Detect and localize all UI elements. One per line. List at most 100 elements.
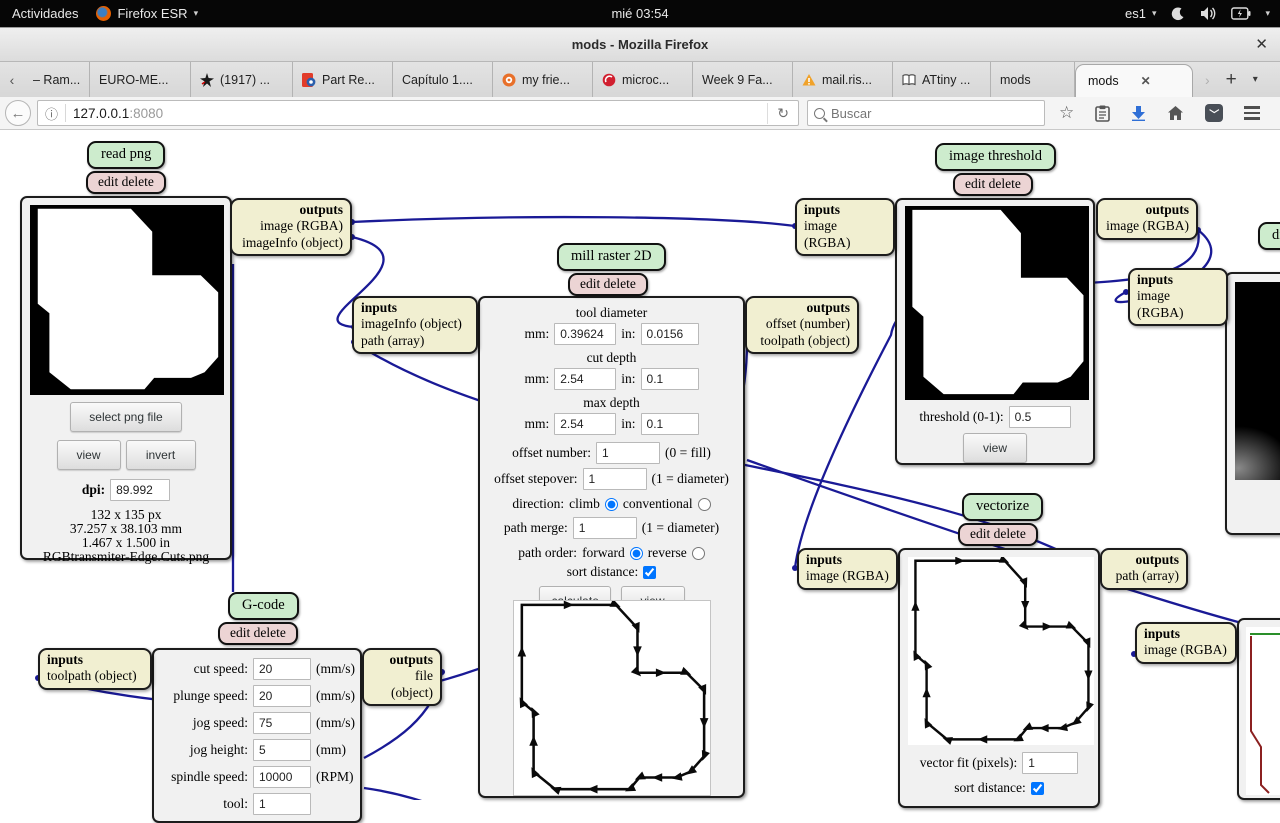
window-titlebar[interactable]: mods - Mozilla Firefox ✕	[0, 27, 1280, 62]
library-icon[interactable]	[1095, 105, 1111, 122]
input-image-rgba[interactable]: image (RGBA)	[1144, 642, 1228, 658]
read-png-edit-delete[interactable]: edit delete	[86, 171, 166, 194]
mods-canvas[interactable]: read png edit delete select png file vie…	[0, 130, 1280, 823]
search-bar[interactable]	[807, 100, 1045, 126]
system-menu-caret-icon[interactable]: ▾	[1265, 8, 1270, 19]
jog-height-input[interactable]	[253, 739, 311, 761]
tool-diameter-in-input[interactable]	[640, 323, 699, 345]
output-file-object[interactable]: file (object)	[371, 668, 433, 701]
tab-part-re[interactable]: Part Re...	[293, 62, 393, 97]
module-title-mill-raster-2d[interactable]: mill raster 2D	[557, 243, 666, 271]
vectorize-inputs[interactable]: inputs image (RGBA)	[797, 548, 898, 590]
threshold-input[interactable]	[1008, 406, 1071, 428]
gcode-outputs[interactable]: outputs file (object)	[362, 648, 442, 707]
new-tab-button[interactable]: +	[1226, 69, 1237, 91]
offset-stepover-input[interactable]	[582, 468, 647, 490]
tool-diameter-mm-input[interactable]	[554, 323, 617, 345]
tab-scroll-right-button[interactable]: ›	[1205, 72, 1210, 88]
direction-conventional-radio[interactable]	[697, 497, 711, 511]
menu-icon[interactable]	[1244, 106, 1261, 120]
tab-mods-active[interactable]: mods ✕	[1075, 64, 1193, 97]
input-toolpath[interactable]: toolpath (object)	[47, 668, 143, 684]
tab-capitulo[interactable]: Capítulo 1....	[393, 62, 493, 97]
night-light-moon-icon[interactable]	[1170, 6, 1186, 22]
direction-climb-radio[interactable]	[604, 497, 618, 511]
read-png-view-button[interactable]: view	[56, 440, 121, 470]
url-bar[interactable]: ⓘ 127.0.0.1 :8080 ↻	[37, 100, 799, 126]
tab-attiny[interactable]: ATtiny ...	[893, 62, 991, 97]
image-threshold-view-button[interactable]: view	[963, 433, 1027, 463]
keyboard-layout-indicator[interactable]: es1 ▾	[1125, 6, 1157, 21]
tab-scroll-left-button[interactable]: ‹	[0, 62, 24, 97]
tab-microc[interactable]: microc...	[593, 62, 693, 97]
tab-week9[interactable]: Week 9 Fa...	[693, 62, 793, 97]
input-image-rgba[interactable]: image (RGBA)	[804, 218, 886, 251]
offset-number-input[interactable]	[596, 442, 660, 464]
jog-speed-input[interactable]	[253, 712, 311, 734]
tab-1917[interactable]: (1917) ...	[191, 62, 293, 97]
cut-depth-mm-input[interactable]	[554, 368, 617, 390]
output-imageinfo[interactable]: imageInfo (object)	[239, 235, 343, 251]
tool-input[interactable]	[253, 793, 311, 815]
output-image-rgba[interactable]: image (RGBA)	[1105, 218, 1189, 234]
spindle-speed-input[interactable]	[253, 766, 311, 788]
tab-ram[interactable]: – Ram...	[24, 62, 90, 97]
input-imageinfo[interactable]: imageInfo (object)	[361, 316, 469, 332]
search-input[interactable]	[831, 105, 1011, 121]
path-merge-input[interactable]	[572, 517, 637, 539]
image-threshold-inputs[interactable]: inputs image (RGBA)	[795, 198, 895, 257]
window-close-button[interactable]: ✕	[1255, 35, 1268, 53]
clock[interactable]: mié 03:54	[0, 6, 1280, 21]
cut-depth-in-input[interactable]	[640, 368, 699, 390]
input-image-rgba[interactable]: image (RGBA)	[1137, 288, 1219, 321]
output-image-rgba[interactable]: image (RGBA)	[239, 218, 343, 234]
max-depth-in-input[interactable]	[640, 413, 699, 435]
mill-raster-edit-delete[interactable]: edit delete	[568, 273, 648, 296]
image-threshold-edit-delete[interactable]: edit delete	[953, 173, 1033, 196]
module-title-image-threshold[interactable]: image threshold	[935, 143, 1057, 171]
back-button[interactable]: ←	[5, 100, 31, 126]
reload-icon[interactable]: ↻	[767, 102, 798, 124]
gcode-edit-delete[interactable]: edit delete	[218, 622, 298, 645]
image-threshold-outputs[interactable]: outputs image (RGBA)	[1096, 198, 1198, 240]
bookmark-star-icon[interactable]: ☆	[1059, 103, 1074, 123]
vectorize-sort-distance-checkbox[interactable]	[1030, 781, 1044, 795]
module-title-read-png[interactable]: read png	[87, 141, 166, 169]
distance-inputs[interactable]: inputs image (RGBA)	[1128, 268, 1228, 327]
mill-raster-inputs[interactable]: inputs imageInfo (object) path (array)	[352, 296, 478, 355]
output-toolpath[interactable]: toolpath (object)	[754, 333, 850, 349]
gcode-inputs[interactable]: inputs toolpath (object)	[38, 648, 152, 690]
cut-speed-input[interactable]	[253, 658, 311, 680]
module-title-gcode[interactable]: G-code	[228, 592, 299, 620]
mill-raster-outputs[interactable]: outputs offset (number) toolpath (object…	[745, 296, 859, 355]
dpi-input[interactable]	[110, 479, 171, 501]
input-path-array[interactable]: path (array)	[361, 333, 469, 349]
tab-mods-inactive[interactable]: mods	[991, 62, 1075, 97]
battery-icon[interactable]	[1231, 7, 1251, 20]
sort-distance-checkbox[interactable]	[643, 565, 657, 579]
input-image-rgba[interactable]: image (RGBA)	[806, 568, 889, 584]
vector-fit-input[interactable]	[1022, 752, 1079, 774]
module-title-vectorize[interactable]: vectorize	[962, 493, 1044, 521]
tab-mail-ris[interactable]: mail.ris...	[793, 62, 893, 97]
read-png-invert-button[interactable]: invert	[125, 440, 196, 470]
tab-list-caret-icon[interactable]: ▾	[1253, 74, 1258, 85]
plunge-speed-input[interactable]	[253, 685, 311, 707]
volume-icon[interactable]	[1200, 6, 1217, 21]
pocket-icon[interactable]: ﹀	[1205, 104, 1224, 122]
bottom-right-inputs[interactable]: inputs image (RGBA)	[1135, 622, 1237, 664]
tab-close-icon[interactable]: ✕	[1127, 74, 1151, 88]
select-png-file-button[interactable]: select png file	[70, 402, 182, 432]
site-info-icon[interactable]: ⓘ	[38, 104, 65, 123]
vectorize-outputs[interactable]: outputs path (array)	[1100, 548, 1188, 590]
home-icon[interactable]	[1167, 105, 1184, 121]
module-title-distance[interactable]: di	[1258, 222, 1280, 250]
read-png-outputs[interactable]: outputs image (RGBA) imageInfo (object)	[230, 198, 352, 257]
vectorize-edit-delete[interactable]: edit delete	[958, 523, 1038, 546]
output-path-array[interactable]: path (array)	[1109, 568, 1179, 584]
download-icon[interactable]	[1131, 105, 1146, 121]
tab-euro-me[interactable]: EURO-ME...	[90, 62, 191, 97]
path-order-forward-radio[interactable]	[629, 546, 643, 560]
tab-my-frie[interactable]: my frie...	[493, 62, 593, 97]
output-offset-number[interactable]: offset (number)	[754, 316, 850, 332]
